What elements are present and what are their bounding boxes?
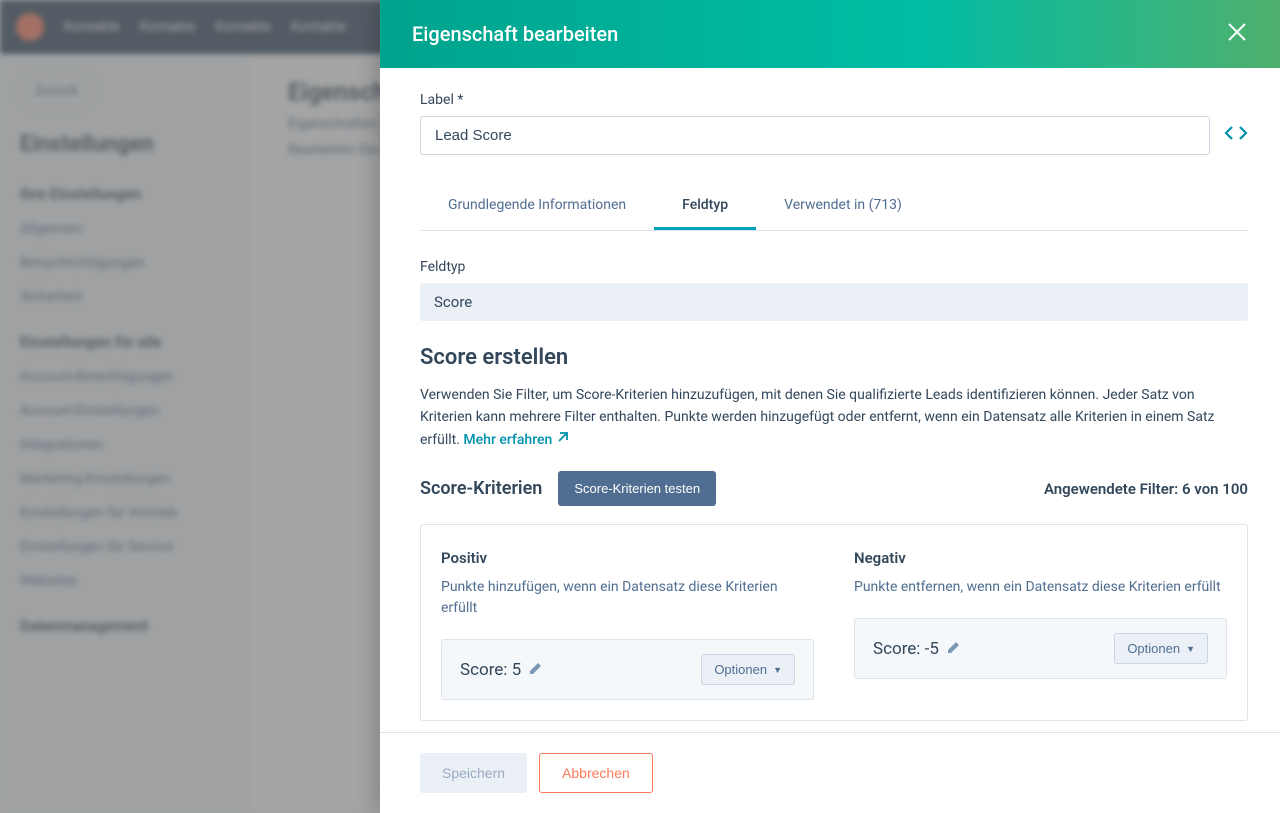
positive-title: Positiv	[441, 549, 814, 567]
external-link-icon	[556, 429, 569, 451]
fieldtype-label: Feldtyp	[420, 259, 1248, 275]
positive-options-button[interactable]: Optionen ▼	[701, 654, 795, 685]
save-button[interactable]: Speichern	[420, 753, 527, 793]
panel-footer: Speichern Abbrechen	[380, 732, 1280, 813]
chevron-down-icon: ▼	[773, 665, 782, 675]
tab-field-type[interactable]: Feldtyp	[654, 183, 756, 230]
score-criteria-heading: Score-Kriterien	[420, 478, 542, 499]
positive-desc: Punkte hinzufügen, wenn ein Datensatz di…	[441, 577, 814, 619]
tab-basic-info[interactable]: Grundlegende Informationen	[420, 183, 654, 230]
chevron-down-icon: ▼	[1186, 644, 1195, 654]
close-button[interactable]	[1226, 19, 1248, 50]
cancel-button[interactable]: Abbrechen	[539, 753, 653, 793]
negative-column: Negativ Punkte entfernen, wenn ein Daten…	[854, 549, 1227, 700]
positive-score-card: Score: 5 Optionen ▼	[441, 639, 814, 700]
negative-score-value: Score: -5	[873, 639, 961, 659]
test-criteria-button[interactable]: Score-Kriterien testen	[558, 471, 716, 506]
positive-score-value: Score: 5	[460, 660, 543, 680]
close-icon	[1226, 21, 1248, 43]
panel-header: Eigenschaft bearbeiten	[380, 0, 1280, 68]
options-label: Optionen	[1127, 641, 1180, 656]
negative-score-card: Score: -5 Optionen ▼	[854, 618, 1227, 679]
score-create-heading: Score erstellen	[420, 345, 1248, 370]
panel-title: Eigenschaft bearbeiten	[412, 22, 618, 46]
edit-icon[interactable]	[529, 660, 543, 680]
negative-title: Negativ	[854, 549, 1227, 567]
tab-used-in[interactable]: Verwendet in (713)	[756, 183, 930, 230]
edit-icon[interactable]	[947, 639, 961, 659]
negative-options-button[interactable]: Optionen ▼	[1114, 633, 1208, 664]
code-icon[interactable]	[1224, 123, 1248, 148]
applied-filter-count: Angewendete Filter: 6 von 100	[1044, 480, 1248, 498]
label-field-label: Label *	[420, 92, 1248, 108]
panel-body: Label * Grundlegende Informationen Feldt…	[380, 68, 1280, 732]
options-label: Optionen	[714, 662, 767, 677]
positive-score-text: Score: 5	[460, 660, 521, 680]
learn-more-text: Mehr erfahren	[463, 432, 552, 448]
negative-desc: Punkte entfernen, wenn ein Datensatz die…	[854, 577, 1227, 598]
label-input[interactable]	[420, 116, 1210, 155]
edit-property-panel: Eigenschaft bearbeiten Label * Grundlege…	[380, 0, 1280, 813]
criteria-box: Positiv Punkte hinzufügen, wenn ein Date…	[420, 524, 1248, 721]
tabs: Grundlegende Informationen Feldtyp Verwe…	[420, 183, 1248, 231]
fieldtype-value: Score	[420, 283, 1248, 321]
learn-more-link[interactable]: Mehr erfahren	[463, 432, 569, 448]
positive-column: Positiv Punkte hinzufügen, wenn ein Date…	[441, 549, 814, 700]
negative-score-text: Score: -5	[873, 639, 939, 659]
score-description: Verwenden Sie Filter, um Score-Kriterien…	[420, 384, 1248, 451]
